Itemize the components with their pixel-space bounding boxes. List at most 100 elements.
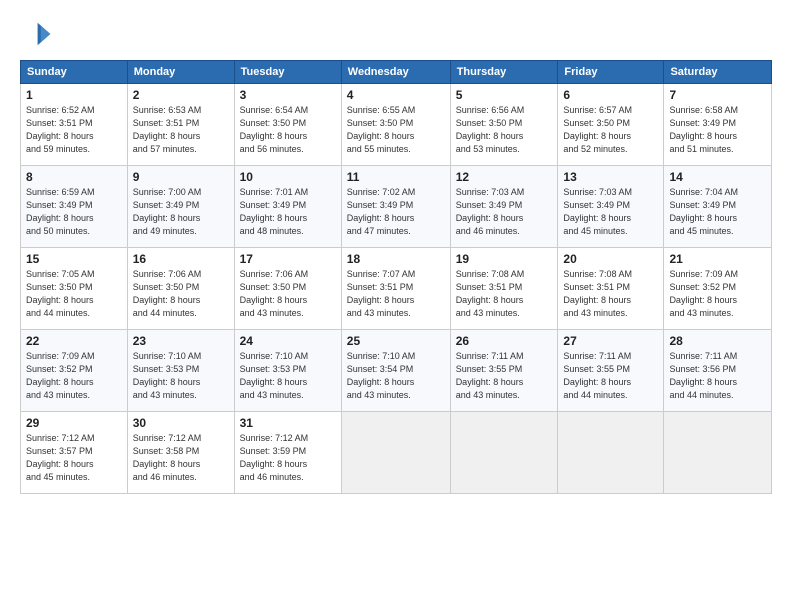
day-info: Sunrise: 7:06 AM Sunset: 3:50 PM Dayligh… [133,268,229,320]
calendar-cell: 27 Sunrise: 7:11 AM Sunset: 3:55 PM Dayli… [558,330,664,412]
calendar-cell [341,412,450,494]
weekday-header-tuesday: Tuesday [234,61,341,84]
calendar-cell: 19 Sunrise: 7:08 AM Sunset: 3:51 PM Dayli… [450,248,558,330]
day-number: 26 [456,334,553,348]
day-number: 27 [563,334,658,348]
day-info: Sunrise: 6:58 AM Sunset: 3:49 PM Dayligh… [669,104,766,156]
calendar-cell: 31 Sunrise: 7:12 AM Sunset: 3:59 PM Dayli… [234,412,341,494]
calendar-cell: 16 Sunrise: 7:06 AM Sunset: 3:50 PM Dayli… [127,248,234,330]
calendar-cell: 12Sunrise: 7:03 AM Sunset: 3:49 PM Dayli… [450,166,558,248]
day-info: Sunrise: 7:12 AM Sunset: 3:57 PM Dayligh… [26,432,122,484]
day-info: Sunrise: 7:10 AM Sunset: 3:53 PM Dayligh… [240,350,336,402]
day-info: Sunrise: 7:12 AM Sunset: 3:58 PM Dayligh… [133,432,229,484]
week-row-3: 15 Sunrise: 7:05 AM Sunset: 3:50 PM Dayli… [21,248,772,330]
day-number: 14 [669,170,766,184]
calendar-cell: 6 Sunrise: 6:57 AM Sunset: 3:50 PM Daylig… [558,84,664,166]
calendar-cell: 24 Sunrise: 7:10 AM Sunset: 3:53 PM Dayli… [234,330,341,412]
calendar-cell: 17 Sunrise: 7:06 AM Sunset: 3:50 PM Dayli… [234,248,341,330]
weekday-header-sunday: Sunday [21,61,128,84]
calendar-table: SundayMondayTuesdayWednesdayThursdayFrid… [20,60,772,494]
day-number: 15 [26,252,122,266]
calendar-cell: 14Sunrise: 7:04 AM Sunset: 3:49 PM Dayli… [664,166,772,248]
calendar-cell: 15 Sunrise: 7:05 AM Sunset: 3:50 PM Dayli… [21,248,128,330]
day-number: 20 [563,252,658,266]
day-number: 7 [669,88,766,102]
calendar-cell [664,412,772,494]
day-number: 10 [240,170,336,184]
header-row: SundayMondayTuesdayWednesdayThursdayFrid… [21,61,772,84]
week-row-2: 8 Sunrise: 6:59 AM Sunset: 3:49 PM Daylig… [21,166,772,248]
day-number: 28 [669,334,766,348]
day-info: Sunrise: 7:06 AM Sunset: 3:50 PM Dayligh… [240,268,336,320]
day-number: 3 [240,88,336,102]
calendar-cell: 13 Sunrise: 7:03 AM Sunset: 3:49 PM Dayli… [558,166,664,248]
calendar-cell: 26 Sunrise: 7:11 AM Sunset: 3:55 PM Dayli… [450,330,558,412]
logo-icon [20,18,52,50]
calendar-cell: 5Sunrise: 6:56 AM Sunset: 3:50 PM Daylig… [450,84,558,166]
day-info: Sunrise: 7:05 AM Sunset: 3:50 PM Dayligh… [26,268,122,320]
day-number: 25 [347,334,445,348]
day-info: Sunrise: 7:08 AM Sunset: 3:51 PM Dayligh… [563,268,658,320]
day-number: 8 [26,170,122,184]
calendar-cell [450,412,558,494]
calendar-cell: 2Sunrise: 6:53 AM Sunset: 3:51 PM Daylig… [127,84,234,166]
day-info: Sunrise: 6:55 AM Sunset: 3:50 PM Dayligh… [347,104,445,156]
week-row-1: 1Sunrise: 6:52 AM Sunset: 3:51 PM Daylig… [21,84,772,166]
week-row-5: 29 Sunrise: 7:12 AM Sunset: 3:57 PM Dayli… [21,412,772,494]
day-number: 6 [563,88,658,102]
day-number: 16 [133,252,229,266]
day-number: 4 [347,88,445,102]
page: SundayMondayTuesdayWednesdayThursdayFrid… [0,0,792,612]
calendar-cell: 22 Sunrise: 7:09 AM Sunset: 3:52 PM Dayli… [21,330,128,412]
calendar-cell: 28 Sunrise: 7:11 AM Sunset: 3:56 PM Dayli… [664,330,772,412]
calendar-cell: 7 Sunrise: 6:58 AM Sunset: 3:49 PM Daylig… [664,84,772,166]
day-number: 23 [133,334,229,348]
day-info: Sunrise: 7:11 AM Sunset: 3:55 PM Dayligh… [456,350,553,402]
day-info: Sunrise: 7:03 AM Sunset: 3:49 PM Dayligh… [456,186,553,238]
calendar-cell: 20 Sunrise: 7:08 AM Sunset: 3:51 PM Dayli… [558,248,664,330]
calendar-cell: 11Sunrise: 7:02 AM Sunset: 3:49 PM Dayli… [341,166,450,248]
day-info: Sunrise: 7:12 AM Sunset: 3:59 PM Dayligh… [240,432,336,484]
day-number: 5 [456,88,553,102]
day-info: Sunrise: 6:54 AM Sunset: 3:50 PM Dayligh… [240,104,336,156]
weekday-header-friday: Friday [558,61,664,84]
day-info: Sunrise: 6:57 AM Sunset: 3:50 PM Dayligh… [563,104,658,156]
day-info: Sunrise: 7:11 AM Sunset: 3:56 PM Dayligh… [669,350,766,402]
calendar-cell: 25 Sunrise: 7:10 AM Sunset: 3:54 PM Dayli… [341,330,450,412]
logo [20,18,56,50]
weekday-header-wednesday: Wednesday [341,61,450,84]
day-number: 29 [26,416,122,430]
week-row-4: 22 Sunrise: 7:09 AM Sunset: 3:52 PM Dayli… [21,330,772,412]
calendar-cell: 1Sunrise: 6:52 AM Sunset: 3:51 PM Daylig… [21,84,128,166]
calendar-cell: 9Sunrise: 7:00 AM Sunset: 3:49 PM Daylig… [127,166,234,248]
day-number: 31 [240,416,336,430]
weekday-header-saturday: Saturday [664,61,772,84]
calendar-cell: 21 Sunrise: 7:09 AM Sunset: 3:52 PM Dayli… [664,248,772,330]
day-info: Sunrise: 7:09 AM Sunset: 3:52 PM Dayligh… [26,350,122,402]
calendar-cell [558,412,664,494]
day-info: Sunrise: 7:10 AM Sunset: 3:54 PM Dayligh… [347,350,445,402]
day-number: 2 [133,88,229,102]
calendar-cell: 4 Sunrise: 6:55 AM Sunset: 3:50 PM Daylig… [341,84,450,166]
day-number: 22 [26,334,122,348]
day-info: Sunrise: 7:08 AM Sunset: 3:51 PM Dayligh… [456,268,553,320]
day-info: Sunrise: 7:09 AM Sunset: 3:52 PM Dayligh… [669,268,766,320]
day-number: 17 [240,252,336,266]
calendar-cell: 10 Sunrise: 7:01 AM Sunset: 3:49 PM Dayli… [234,166,341,248]
day-info: Sunrise: 7:01 AM Sunset: 3:49 PM Dayligh… [240,186,336,238]
day-number: 19 [456,252,553,266]
day-number: 24 [240,334,336,348]
day-info: Sunrise: 7:11 AM Sunset: 3:55 PM Dayligh… [563,350,658,402]
day-info: Sunrise: 7:02 AM Sunset: 3:49 PM Dayligh… [347,186,445,238]
day-number: 13 [563,170,658,184]
day-info: Sunrise: 7:00 AM Sunset: 3:49 PM Dayligh… [133,186,229,238]
day-info: Sunrise: 7:03 AM Sunset: 3:49 PM Dayligh… [563,186,658,238]
day-info: Sunrise: 6:59 AM Sunset: 3:49 PM Dayligh… [26,186,122,238]
day-number: 21 [669,252,766,266]
calendar-body: 1Sunrise: 6:52 AM Sunset: 3:51 PM Daylig… [21,84,772,494]
day-info: Sunrise: 7:10 AM Sunset: 3:53 PM Dayligh… [133,350,229,402]
day-number: 30 [133,416,229,430]
calendar-cell: 8 Sunrise: 6:59 AM Sunset: 3:49 PM Daylig… [21,166,128,248]
calendar-cell: 3 Sunrise: 6:54 AM Sunset: 3:50 PM Daylig… [234,84,341,166]
calendar-header: SundayMondayTuesdayWednesdayThursdayFrid… [21,61,772,84]
